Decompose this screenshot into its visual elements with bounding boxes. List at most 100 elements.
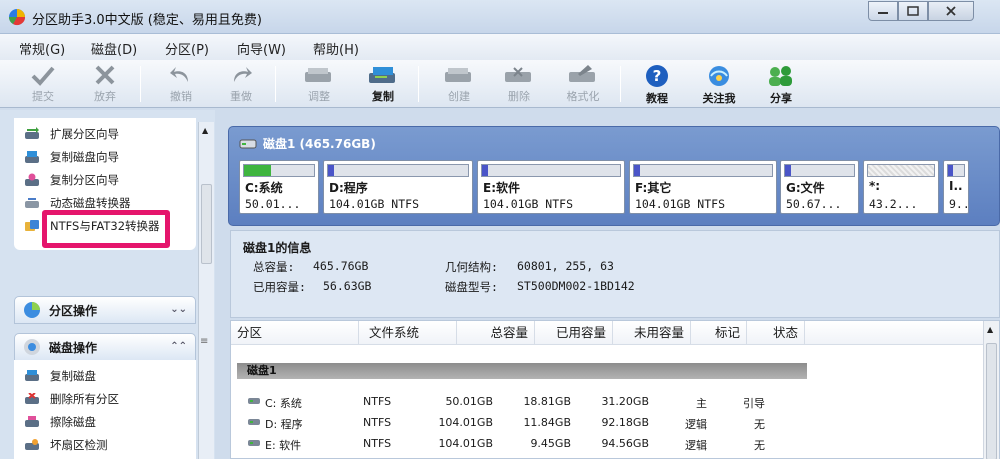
col-filler <box>805 321 985 345</box>
left-panel-scrollbar[interactable]: ▲ <box>198 122 214 459</box>
wizard-label: 动态磁盘转换器 <box>50 196 131 210</box>
disk-ops-icon <box>24 339 40 355</box>
tutorial-button[interactable]: ? 教程 <box>634 62 680 106</box>
cell-used: 9.45GB <box>530 437 571 450</box>
cell-used: 11.84GB <box>523 416 571 429</box>
minimize-icon <box>878 12 888 14</box>
partition-block[interactable]: D:程序 104.01GB NTFS <box>323 160 473 214</box>
partition-table: 分区 文件系统 总容量 已用容量 未用容量 标记 状态 磁盘1 C: 系统 NTF… <box>230 320 1000 459</box>
table-row[interactable]: D: 程序 NTFS 104.01GB 11.84GB 92.18GB 逻辑 无 <box>231 412 971 433</box>
partition-row-icon <box>248 419 260 425</box>
op-bad-sector-check[interactable]: 坏扇区检测 <box>24 435 108 455</box>
partition-usage-bar <box>243 164 315 177</box>
disk-ops-header[interactable]: 磁盘操作 ⌃⌃ <box>14 333 196 361</box>
partition-block[interactable]: G:文件 50.67... <box>780 160 859 214</box>
copy-disk-icon <box>25 370 39 381</box>
partition-info: 50.01... <box>245 197 301 211</box>
partition-ops-header[interactable]: 分区操作 ⌄⌄ <box>14 296 196 324</box>
scroll-up-icon[interactable]: ▲ <box>202 126 208 135</box>
disk-info-panel: 磁盘1的信息 总容量: 465.76GB 已用容量: 56.63GB 几何结构:… <box>230 230 1000 318</box>
undo-label: 撤销 <box>170 90 192 103</box>
partition-usage-fill <box>244 165 271 176</box>
title-bar: 分区助手3.0中文版 (稳定、易用且免费) <box>0 0 1000 34</box>
partition-block[interactable]: *: 43.2... <box>863 160 939 214</box>
create-label: 创建 <box>448 90 470 103</box>
maximize-button[interactable] <box>898 1 928 21</box>
partition-block[interactable]: C:系统 50.01... <box>239 160 319 214</box>
menu-partition[interactable]: 分区(P) <box>165 39 209 58</box>
col-status[interactable]: 状态 <box>747 321 805 345</box>
partition-usage-fill <box>785 165 791 176</box>
partition-info: 9... <box>949 197 967 211</box>
copy-button[interactable]: 复制 <box>360 62 406 106</box>
table-scrollbar[interactable]: ▲ <box>983 321 999 459</box>
cell-status: 无 <box>754 418 765 431</box>
partition-usage-bar <box>327 164 469 177</box>
partition-usage-bar <box>481 164 621 177</box>
scroll-up-icon[interactable]: ▲ <box>987 325 993 334</box>
format-button[interactable]: 格式化 <box>560 62 606 106</box>
cell-free: 31.20GB <box>601 395 649 408</box>
col-flag[interactable]: 标记 <box>691 321 747 345</box>
commit-button[interactable]: 提交 <box>20 62 66 106</box>
menu-general[interactable]: 常规(G) <box>19 39 65 58</box>
col-partition[interactable]: 分区 <box>231 321 359 345</box>
partition-block[interactable]: E:软件 104.01GB NTFS <box>477 160 625 214</box>
x-icon <box>95 65 115 85</box>
toolbar: 提交 放弃 撤销 重做 调整 复制 创建 删除 格式化 ? 教程 关注我 分享 <box>0 60 1000 108</box>
partition-name: C:系统 <box>245 181 283 195</box>
op-delete-all-partitions[interactable]: 删除所有分区 <box>24 389 119 409</box>
create-button[interactable]: 创建 <box>436 62 482 106</box>
col-free[interactable]: 未用容量 <box>613 321 691 345</box>
col-filesystem[interactable]: 文件系统 <box>359 321 457 345</box>
highlight-annotation <box>42 210 170 248</box>
share-button[interactable]: 分享 <box>758 62 804 106</box>
cell-partition: D: 程序 <box>265 418 303 431</box>
col-total[interactable]: 总容量 <box>457 321 535 345</box>
op-copy-disk[interactable]: 复制磁盘 <box>24 366 96 386</box>
partition-block[interactable]: I.. 9... <box>943 160 969 214</box>
partition-row-icon <box>248 440 260 446</box>
disk-group-row[interactable]: 磁盘1 <box>237 363 807 379</box>
follow-label: 关注我 <box>702 92 736 105</box>
wizard-copy-disk[interactable]: 复制磁盘向导 <box>24 147 119 167</box>
splitter-grip[interactable]: ≡ <box>200 336 208 347</box>
partition-block[interactable]: F:其它 104.01GB NTFS <box>629 160 777 214</box>
discard-button[interactable]: 放弃 <box>82 62 128 106</box>
toolbar-separator <box>140 66 141 102</box>
wizard-extend-partition[interactable]: 扩展分区向导 <box>24 124 119 144</box>
cell-flag: 逻辑 <box>685 439 707 452</box>
convert-icon <box>25 220 39 231</box>
menu-disk[interactable]: 磁盘(D) <box>91 39 137 58</box>
scroll-thumb[interactable] <box>986 343 997 459</box>
scroll-thumb[interactable] <box>201 184 212 264</box>
redo-button[interactable]: 重做 <box>218 62 264 106</box>
follow-button[interactable]: 关注我 <box>696 62 742 106</box>
op-wipe-disk[interactable]: 擦除磁盘 <box>24 412 96 432</box>
menu-help[interactable]: 帮助(H) <box>313 39 359 58</box>
used-capacity-label: 已用容量: <box>253 280 306 294</box>
col-used[interactable]: 已用容量 <box>535 321 613 345</box>
menu-wizard[interactable]: 向导(W) <box>237 39 286 58</box>
app-logo-icon <box>8 9 26 26</box>
resize-button[interactable]: 调整 <box>296 62 342 106</box>
minimize-button[interactable] <box>868 1 898 21</box>
cell-flag: 主 <box>696 397 707 410</box>
table-row[interactable]: E: 软件 NTFS 104.01GB 9.45GB 94.56GB 逻辑 无 <box>231 433 971 454</box>
partition-usage-fill <box>328 165 334 176</box>
op-label: 坏扇区检测 <box>50 438 108 452</box>
wizard-copy-partition[interactable]: 复制分区向导 <box>24 170 119 190</box>
extend-icon <box>25 127 39 139</box>
partition-usage-fill <box>634 165 640 176</box>
copy-disk-icon <box>25 151 39 163</box>
wizard-label: 扩展分区向导 <box>50 127 119 141</box>
undo-button[interactable]: 撤销 <box>158 62 204 106</box>
delete-button[interactable]: 删除 <box>496 62 542 106</box>
cell-used: 18.81GB <box>523 395 571 408</box>
chevron-up-icon: ⌃⌃ <box>170 341 187 352</box>
resize-label: 调整 <box>308 90 330 103</box>
close-button[interactable] <box>928 1 974 21</box>
table-row[interactable]: C: 系统 NTFS 50.01GB 18.81GB 31.20GB 主 引导 <box>231 391 971 412</box>
maximize-icon <box>907 6 919 16</box>
cell-partition: C: 系统 <box>265 397 302 410</box>
